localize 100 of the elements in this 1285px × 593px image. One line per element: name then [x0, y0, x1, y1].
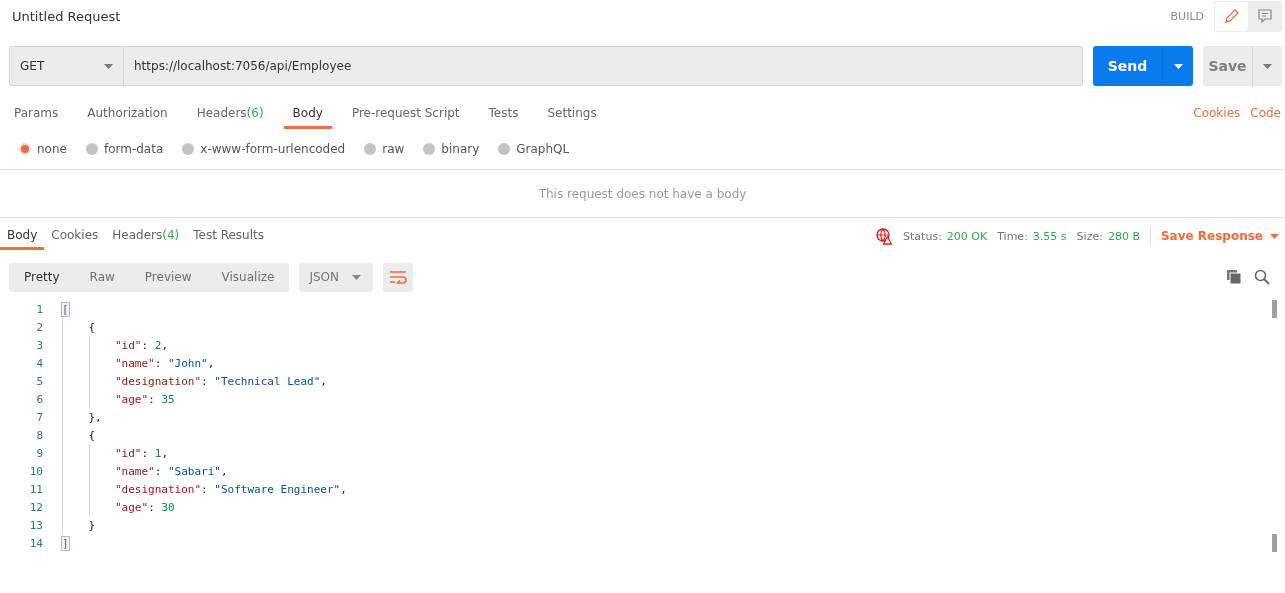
view-mode-button[interactable]: Visualize	[206, 262, 290, 292]
meta-label: Time:	[997, 229, 1028, 243]
code-token: {	[88, 320, 96, 334]
caret-icon	[1173, 63, 1183, 69]
code-token: ,	[221, 464, 228, 478]
meta-label: Status:	[903, 229, 942, 243]
view-mode-button[interactable]: Preview	[129, 262, 207, 292]
response-tab[interactable]: Headers(4)	[105, 222, 187, 250]
code-token: "designation"	[115, 482, 202, 496]
line-number: 11	[28, 482, 44, 496]
line-number: 9	[35, 446, 44, 460]
code-token: "age"	[115, 500, 149, 514]
caret-icon	[352, 274, 362, 280]
code-token: "age"	[115, 392, 149, 406]
code-token: 30	[161, 500, 175, 514]
code-token: },	[88, 410, 102, 424]
view-mode-button[interactable]: Raw	[74, 262, 130, 292]
comment-icon	[1256, 8, 1273, 24]
request-tab[interactable]: Body	[283, 100, 332, 129]
code-token: {	[88, 428, 96, 442]
radio-label: none	[37, 142, 67, 156]
code-token: ,	[161, 446, 168, 460]
header-link[interactable]: Code	[1250, 106, 1281, 129]
line-number: 8	[35, 428, 44, 442]
radio-label: form-data	[103, 142, 164, 156]
request-tab[interactable]: Headers(6)	[187, 100, 273, 129]
request-tab[interactable]: Params	[5, 100, 68, 129]
header-link[interactable]: Cookies	[1193, 106, 1241, 129]
line-number: 12	[28, 500, 44, 514]
caret-icon	[104, 63, 113, 69]
search-icon[interactable]	[1254, 269, 1270, 285]
copy-icon[interactable]	[1226, 269, 1242, 285]
code-token: "Software Engineer"	[214, 482, 341, 496]
scrollbar-thumb[interactable]	[1272, 534, 1277, 552]
code-token: "id"	[115, 446, 142, 460]
code-token: "Sabari"	[168, 464, 221, 478]
code-token: :	[201, 374, 209, 388]
line-number: 7	[35, 410, 44, 424]
code-token: "id"	[115, 338, 142, 352]
globe-warning-icon	[875, 227, 894, 245]
response-tab[interactable]: Test Results	[186, 222, 271, 250]
code-token: :	[148, 392, 156, 406]
caret-icon	[1270, 233, 1279, 239]
method-dropdown[interactable]: GET	[9, 46, 124, 86]
meta-value: 3.55 s	[1032, 229, 1067, 243]
response-tab[interactable]: Body	[0, 222, 45, 250]
wrap-lines-button[interactable]	[383, 262, 414, 292]
code-token: ,	[207, 356, 215, 370]
code-token: "designation"	[115, 374, 202, 388]
radio-button[interactable]	[498, 143, 511, 155]
code-token: "name"	[115, 356, 155, 370]
code-token: ,	[161, 338, 168, 352]
meta-label: Size:	[1076, 229, 1103, 243]
format-dropdown[interactable]: JSON	[299, 262, 374, 292]
view-mode-button[interactable]: Pretty	[9, 262, 75, 292]
line-number: 6	[35, 392, 44, 406]
mode-label: BUILD	[1170, 9, 1204, 23]
line-number: 10	[28, 464, 44, 478]
line-number: 1	[35, 302, 44, 316]
radio-label: x-www-form-urlencoded	[200, 142, 346, 156]
pencil-icon	[1223, 8, 1240, 24]
code-token: "John"	[168, 356, 208, 370]
line-number: 3	[35, 338, 44, 352]
line-number: 2	[35, 320, 44, 334]
radio-label: raw	[382, 142, 405, 156]
code-token: ]	[62, 536, 69, 550]
request-tab[interactable]: Authorization	[78, 100, 177, 129]
url-field[interactable]: https://localhost:7056/api/Employee	[124, 46, 1083, 86]
scrollbar-thumb[interactable]	[1272, 300, 1277, 318]
code-token: 2	[154, 338, 162, 352]
radio-button[interactable]	[85, 143, 98, 155]
line-number: 4	[35, 356, 44, 370]
meta-value: 200 OK	[946, 229, 988, 243]
request-title: Untitled Request	[12, 8, 121, 24]
edit-mode-button[interactable]	[1215, 1, 1248, 31]
code-token: ,	[340, 482, 347, 496]
radio-button[interactable]	[182, 143, 195, 155]
caret-icon	[1263, 63, 1272, 69]
code-token: :	[154, 356, 163, 370]
save-response-button[interactable]: Save Response	[1160, 229, 1279, 243]
meta-value: 280 B	[1107, 229, 1140, 243]
radio-button[interactable]	[364, 143, 377, 155]
code-token: }	[88, 518, 96, 532]
code-token: "name"	[115, 464, 155, 478]
code-token: :	[141, 338, 150, 352]
code-token: :	[141, 446, 150, 460]
code-token: :	[154, 464, 163, 478]
code-token: :	[148, 500, 156, 514]
response-tab[interactable]: Cookies	[44, 222, 106, 250]
line-number: 14	[28, 536, 44, 550]
radio-button[interactable]	[423, 143, 436, 155]
wrap-icon	[389, 270, 408, 284]
request-tab[interactable]: Pre-request Script	[342, 100, 469, 129]
request-tab[interactable]: Tests	[479, 100, 528, 129]
line-number: 13	[28, 518, 44, 532]
radio-label: binary	[441, 142, 480, 156]
radio-button[interactable]	[19, 143, 31, 155]
request-tab[interactable]: Settings	[538, 100, 606, 129]
code-token: "Technical Lead"	[214, 374, 321, 388]
code-token: :	[201, 482, 209, 496]
